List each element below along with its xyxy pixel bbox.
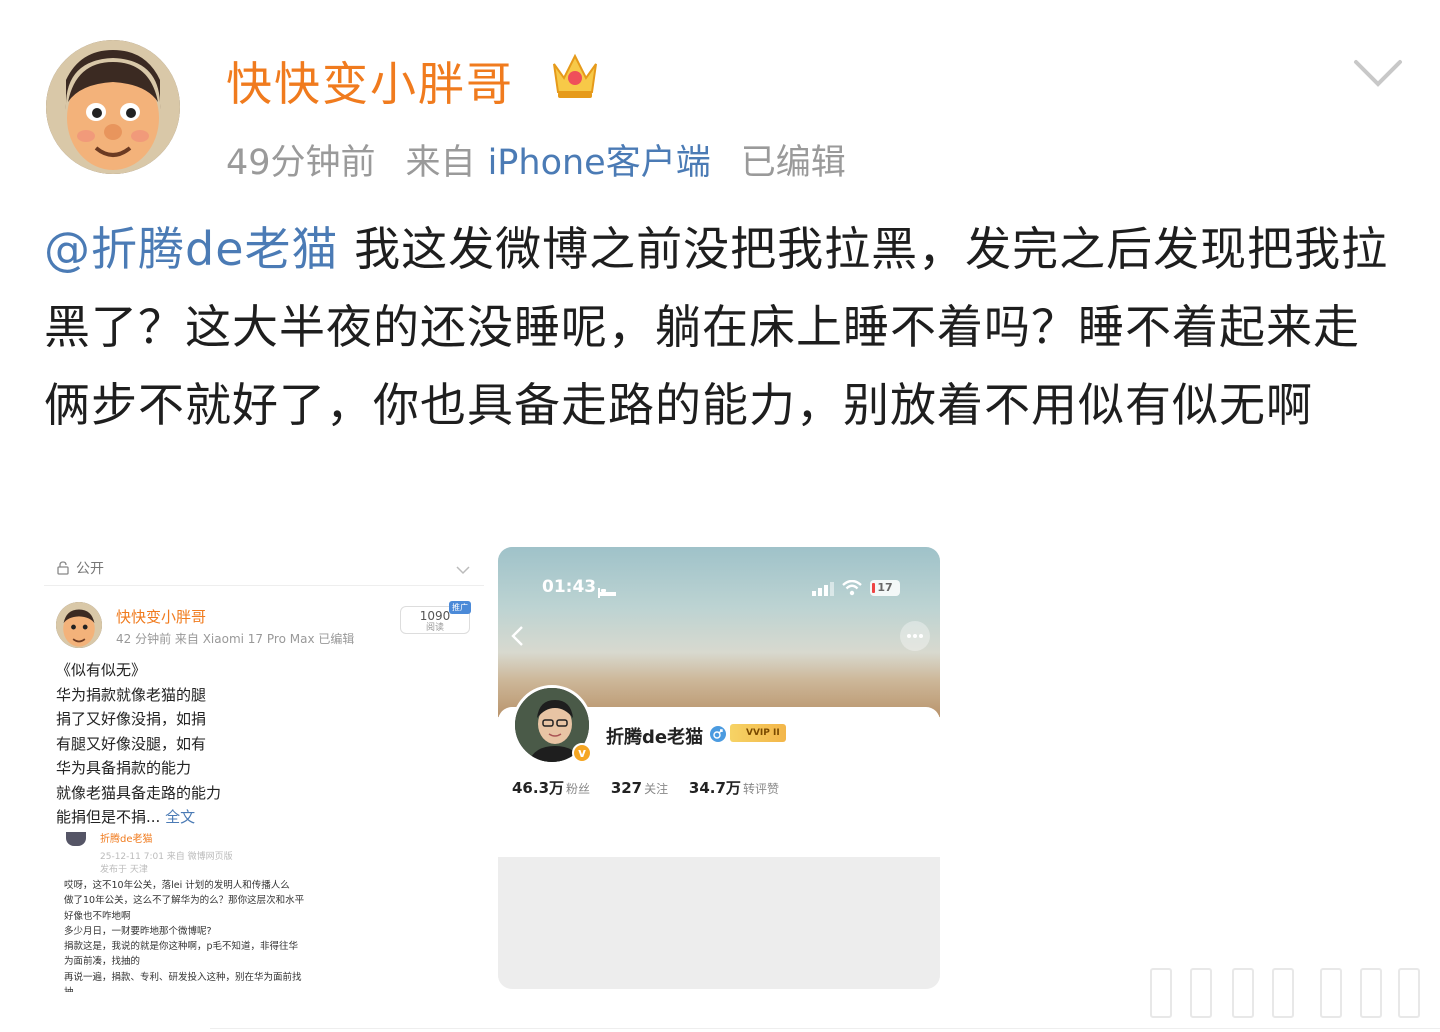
more-icon bbox=[900, 621, 930, 651]
avatar bbox=[66, 832, 86, 846]
edited-label[interactable]: 已编辑 bbox=[741, 143, 846, 183]
post-username[interactable]: 快快变小胖哥 bbox=[226, 48, 514, 114]
embedded-reply-text: 哎呀，这不10年公关，落lei 计划的发明人和传播人么 做了10年公关，这么不了… bbox=[64, 880, 305, 992]
poem: 《似有似无》 华为捐款就像老猫的腿 捐了又好像没捐，如捐 有腿又好像没腿，如有 … bbox=[56, 658, 221, 830]
back-icon bbox=[510, 625, 524, 647]
visibility-label: 公开 bbox=[76, 561, 104, 577]
gender-icon bbox=[710, 726, 726, 742]
avatar[interactable] bbox=[46, 40, 180, 174]
profile-stats: 46.3万 粉丝 327 关注 34.7万 转评赞 bbox=[512, 777, 795, 798]
post-image-1[interactable]: 公开 快快变小胖哥 42 分钟前 来自 Xiaomi 17 Pro Max 已编… bbox=[44, 544, 484, 992]
following-count: 327 bbox=[610, 779, 643, 797]
embedded-meta: 42 分钟前 来自 Xiaomi 17 Pro Max 已编辑 bbox=[116, 632, 355, 646]
following-label: 关注 bbox=[644, 782, 669, 796]
chevron-down-icon bbox=[456, 560, 470, 575]
status-time: 01:43 bbox=[542, 577, 597, 597]
reads-label: 阅读 bbox=[425, 623, 444, 633]
full-text-link: 全文 bbox=[165, 808, 196, 826]
lock-icon bbox=[56, 560, 70, 575]
poem-line: 华为捐款就像老猫的腿 bbox=[56, 685, 207, 704]
profile-content-placeholder bbox=[498, 857, 940, 989]
post-image-2[interactable]: 01:43 17 v 折腾de老猫 VVIP II 46.3万 粉丝 327 关注 … bbox=[498, 547, 940, 989]
bed-icon bbox=[598, 583, 616, 598]
poem-line: 有腿又好像没腿，如有 bbox=[56, 734, 207, 753]
embedded-reply-name: 折腾de老猫 bbox=[100, 834, 153, 845]
signal-icon bbox=[812, 581, 834, 596]
post-source-link[interactable]: iPhone客户端 bbox=[488, 143, 711, 183]
watermark bbox=[920, 960, 1420, 1020]
post-meta: 49分钟前 来自 iPhone客户端 已编辑 bbox=[226, 134, 876, 185]
poem-line: 《似有似无》 bbox=[56, 661, 147, 679]
profile-name: 折腾de老猫 bbox=[606, 727, 704, 748]
likes-label: 转评赞 bbox=[742, 782, 779, 796]
post-text: @折腾de老猫 我这发微博之前没把我拉黑，发完之后发现把我拉黑了？这大半夜的还没… bbox=[44, 210, 1400, 444]
crown-icon bbox=[548, 50, 602, 100]
wifi-icon bbox=[842, 579, 862, 596]
reads-tag: 推广 bbox=[449, 601, 471, 614]
poem-line: 能捐但是不捐... 全文 bbox=[56, 808, 196, 826]
avatar bbox=[56, 602, 102, 648]
mention-link[interactable]: @折腾de老猫 bbox=[44, 222, 339, 276]
chevron-down-icon[interactable] bbox=[1352, 52, 1404, 92]
visibility-bar: 公开 bbox=[44, 544, 484, 586]
likes-count: 34.7万 bbox=[688, 779, 741, 797]
post-time: 49分钟前 bbox=[226, 143, 376, 183]
embedded-reply: 折腾de老猫 25-12-11 7:01 来自 微博网页版 发布于 天津 哎呀，… bbox=[56, 830, 476, 992]
divider bbox=[210, 1028, 1440, 1029]
embedded-reply-meta: 25-12-11 7:01 来自 微博网页版 bbox=[100, 852, 233, 862]
battery-icon: 17 bbox=[870, 580, 900, 596]
vip-badge: VVIP II bbox=[730, 724, 786, 742]
followers-count: 46.3万 bbox=[512, 779, 565, 797]
followers-label: 粉丝 bbox=[566, 782, 591, 796]
embedded-reply-header: 折腾de老猫 25-12-11 7:01 来自 微博网页版 发布于 天津 bbox=[100, 830, 233, 875]
embedded-reply-location: 发布于 天津 bbox=[100, 865, 148, 875]
reads-badge: 推广 1090 阅读 bbox=[400, 601, 471, 634]
poem-line: 华为具备捐款的能力 bbox=[56, 759, 192, 777]
embedded-username: 快快变小胖哥 bbox=[116, 608, 207, 626]
poem-line: 就像老猫具备走路的能力 bbox=[56, 783, 222, 802]
source-prefix: 来自 bbox=[405, 143, 476, 183]
verified-badge: v bbox=[572, 743, 592, 763]
poem-line: 捐了又好像没捐，如捐 bbox=[56, 710, 207, 728]
